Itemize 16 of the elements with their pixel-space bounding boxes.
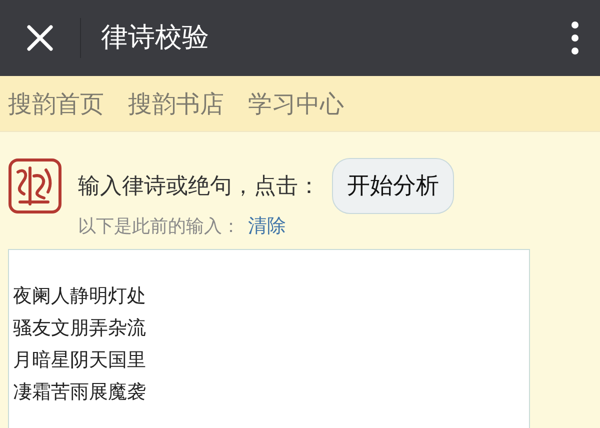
poem-line: 骚友文朋弄杂流 [13, 316, 147, 340]
seal-icon [8, 158, 62, 214]
close-icon [27, 25, 53, 51]
clear-link[interactable]: 清除 [248, 212, 286, 240]
poem-line: 凄霜苦雨展魔袭 [13, 380, 147, 404]
nav-link[interactable]: 学习中心 [248, 86, 344, 122]
history-label: 以下是此前的输入： [78, 214, 240, 239]
window-title: 律诗校验 [101, 20, 209, 55]
analyze-button[interactable]: 开始分析 [332, 158, 454, 214]
nav-link[interactable]: 搜韵书店 [128, 86, 224, 122]
more-icon [571, 21, 579, 55]
poem-input-field[interactable]: 夜阑人静明灯处 骚友文朋弄杂流 月暗星阴天国里 凄霜苦雨展魔袭 [8, 248, 530, 428]
poem-line: 夜阑人静明灯处 [13, 284, 147, 308]
prompt-text: 输入律诗或绝句，点击： [78, 172, 320, 200]
nav-link[interactable]: 搜韵首页 [8, 86, 104, 122]
poem-line: 月暗星阴天国里 [13, 348, 147, 372]
